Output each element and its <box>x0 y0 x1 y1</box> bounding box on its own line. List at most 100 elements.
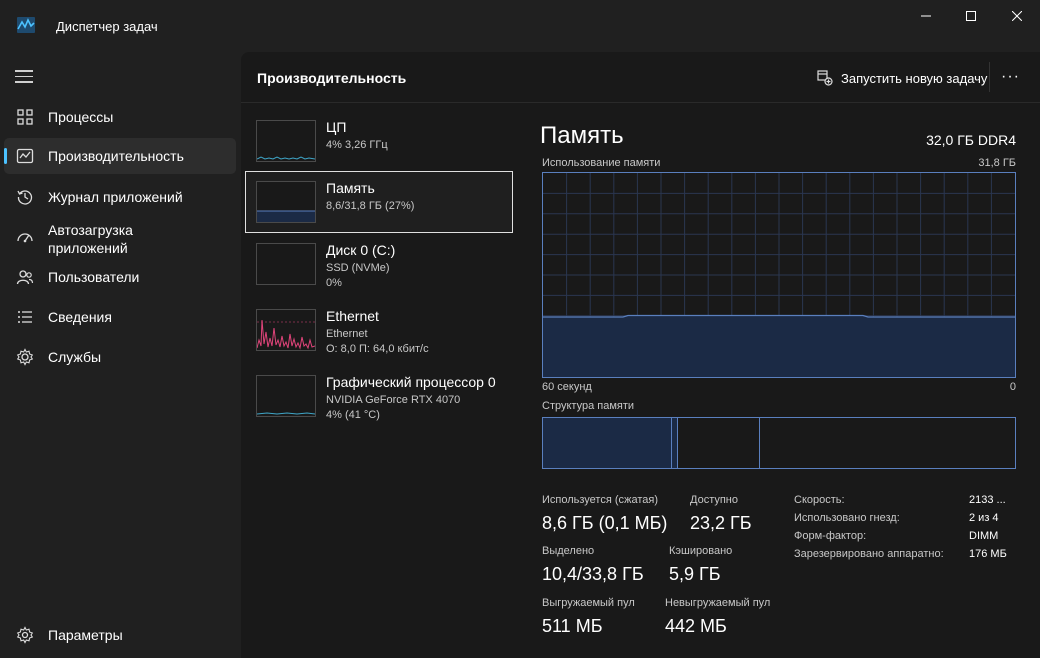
resource-item-memory[interactable]: Память 8,6/31,8 ГБ (27%) <box>245 171 513 233</box>
resource-detail: SSD (NVMe) <box>326 262 390 274</box>
sidebar-item-app-history[interactable]: Журнал приложений <box>4 179 236 215</box>
performance-icon <box>16 148 34 164</box>
main-panel: Производительность Запустить новую задач… <box>241 52 1040 658</box>
available-value: 23,2 ГБ <box>690 513 752 533</box>
disk-thumbnail-graph <box>256 243 316 285</box>
sidebar-item-services[interactable]: Службы <box>4 339 236 375</box>
graph-time-left: 60 секунд <box>542 381 592 393</box>
minimize-icon <box>921 15 931 17</box>
sidebar-item-startup[interactable]: Автозагрузка приложений <box>4 218 236 258</box>
run-task-label: Запустить новую задачу <box>841 70 988 86</box>
committed-value: 10,4/33,8 ГБ <box>542 564 644 584</box>
resource-name: Графический процессор 0 <box>326 374 496 390</box>
close-icon <box>1012 11 1022 21</box>
composition-free[interactable] <box>760 418 1015 468</box>
memory-usage-label: Использование памяти <box>542 157 661 169</box>
sidebar-item-label: Производительность <box>48 148 184 164</box>
cpu-thumbnail-graph <box>256 120 316 162</box>
app-history-icon <box>17 190 33 205</box>
sidebar-item-label: Сведения <box>48 309 112 325</box>
task-manager-app-icon <box>17 17 35 33</box>
in-use-value: 8,6 ГБ (0,1 МБ) <box>542 513 668 533</box>
memory-thumbnail-graph <box>256 181 316 223</box>
nonpaged-pool-value: 442 МБ <box>665 616 727 636</box>
paged-pool-label: Выгружаемый пул <box>542 597 635 609</box>
sidebar-item-label: Параметры <box>48 627 123 643</box>
hardware-reserved-label: Зарезервировано аппаратно: <box>794 548 944 560</box>
page-title: Производительность <box>257 70 407 86</box>
services-icon <box>16 348 34 366</box>
slots-used-value: 2 из 4 <box>969 512 999 524</box>
composition-standby[interactable] <box>678 418 760 468</box>
processes-icon <box>17 109 33 125</box>
active-indicator <box>4 148 7 164</box>
close-button[interactable] <box>994 0 1040 32</box>
sidebar-item-label-line2: приложений <box>48 240 128 256</box>
detail-title: Память <box>540 122 624 149</box>
settings-gear-icon <box>16 626 34 644</box>
resource-detail: 0% <box>326 277 342 289</box>
memory-composition-label: Структура памяти <box>542 400 635 412</box>
window-title: Диспетчер задач <box>56 19 158 34</box>
speed-label: Скорость: <box>794 494 845 506</box>
hamburger-menu-icon[interactable] <box>15 70 33 84</box>
title-bar: Диспетчер задач <box>0 0 1040 52</box>
page-header: Производительность Запустить новую задач… <box>241 52 1040 103</box>
sidebar-item-label: Пользователи <box>48 269 140 285</box>
resource-detail: 4% 3,26 ГГц <box>326 139 388 151</box>
sidebar-item-processes[interactable]: Процессы <box>4 99 236 135</box>
resource-item-cpu[interactable]: ЦП 4% 3,26 ГГц <box>245 110 513 172</box>
sidebar-item-label: Процессы <box>48 109 114 125</box>
sidebar-item-settings[interactable]: Параметры <box>4 617 236 653</box>
slots-used-label: Использовано гнезд: <box>794 512 900 524</box>
users-icon <box>16 270 34 285</box>
paged-pool-value: 511 МБ <box>542 616 603 636</box>
header-divider <box>989 62 990 92</box>
sidebar-item-label-line1: Автозагрузка <box>48 222 133 238</box>
resource-detail: О: 8,0 П: 64,0 кбит/с <box>326 343 429 355</box>
memory-usage-graph-svg <box>543 173 1015 377</box>
details-icon <box>18 311 32 323</box>
graph-time-right: 0 <box>1009 381 1016 393</box>
sidebar-item-performance[interactable]: Производительность <box>4 138 236 174</box>
maximize-icon <box>966 11 976 21</box>
resource-detail: 8,6/31,8 ГБ (27%) <box>326 200 415 212</box>
resource-item-ethernet[interactable]: Ethernet Ethernet О: 8,0 П: 64,0 кбит/с <box>245 299 513 361</box>
resource-detail: NVIDIA GeForce RTX 4070 <box>326 394 461 406</box>
resource-detail: 4% (41 °C) <box>326 409 380 421</box>
memory-usage-graph <box>542 172 1016 378</box>
run-task-icon <box>817 70 833 86</box>
hardware-reserved-value: 176 МБ <box>969 548 1007 560</box>
memory-usage-area <box>543 315 1015 377</box>
sidebar-item-label: Службы <box>48 349 102 365</box>
speed-value: 2133 ... <box>969 494 1006 506</box>
nonpaged-pool-label: Невыгружаемый пул <box>665 597 771 609</box>
sidebar: Процессы Производительность Журнал прило… <box>0 52 240 658</box>
resource-name: ЦП <box>326 119 347 135</box>
more-options-icon[interactable]: ··· <box>1001 68 1020 86</box>
resource-name: Диск 0 (C:) <box>326 242 396 258</box>
committed-label: Выделено <box>542 545 595 557</box>
memory-usage-max: 31,8 ГБ <box>978 157 1016 169</box>
composition-in-use[interactable] <box>543 418 672 468</box>
minimize-button[interactable] <box>903 0 949 32</box>
in-use-label: Используется (сжатая) <box>542 494 659 506</box>
resource-item-gpu[interactable]: Графический процессор 0 NVIDIA GeForce R… <box>245 365 513 427</box>
form-factor-label: Форм-фактор: <box>794 530 867 542</box>
sidebar-item-users[interactable]: Пользователи <box>4 259 236 295</box>
memory-composition-bar <box>542 417 1016 469</box>
gpu-thumbnail-graph <box>256 375 316 417</box>
available-label: Доступно <box>690 494 739 506</box>
cached-label: Кэшировано <box>669 545 733 557</box>
startup-icon <box>17 233 33 243</box>
maximize-button[interactable] <box>948 0 994 32</box>
cached-value: 5,9 ГБ <box>669 564 721 584</box>
memory-spec: 32,0 ГБ DDR4 <box>926 132 1016 148</box>
sidebar-item-details[interactable]: Сведения <box>4 299 236 335</box>
resource-name: Память <box>326 180 375 196</box>
resource-detail: Ethernet <box>326 328 368 340</box>
sidebar-item-label: Журнал приложений <box>48 189 183 205</box>
run-new-task-button[interactable]: Запустить новую задачу <box>817 68 987 88</box>
resource-name: Ethernet <box>326 308 379 324</box>
resource-item-disk[interactable]: Диск 0 (C:) SSD (NVMe) 0% <box>245 233 513 295</box>
